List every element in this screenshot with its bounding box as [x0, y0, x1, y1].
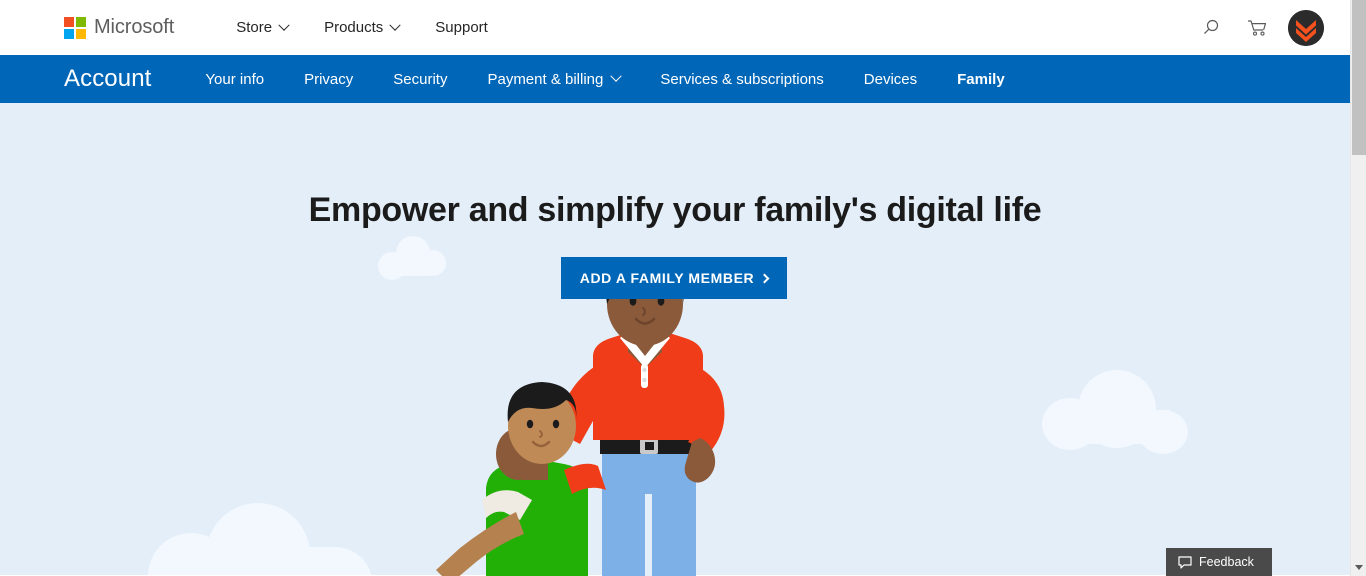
vertical-scrollbar[interactable]	[1350, 0, 1366, 576]
chevron-down-icon	[610, 70, 623, 82]
microsoft-logo-squares	[64, 16, 86, 39]
account-nav-item-services-and-subscriptions[interactable]: Services & subscriptions	[640, 55, 843, 103]
logo-square-green	[76, 16, 86, 27]
logo-square-blue	[64, 28, 74, 39]
user-avatar-chevrons-icon	[1288, 9, 1324, 46]
header-nav-item-store[interactable]: Store	[218, 0, 306, 55]
feedback-label: Feedback	[1199, 555, 1254, 569]
account-nav-item-security[interactable]: Security	[373, 55, 467, 103]
account-nav-item-devices[interactable]: Devices	[844, 55, 937, 103]
header-nav-label: Products	[324, 19, 384, 36]
account-nav: Account Your info Privacy Security Payme…	[0, 55, 1350, 103]
account-nav-label: Your info	[205, 70, 265, 88]
account-nav-label: Family	[957, 70, 1005, 88]
page-title: Empower and simplify your family's digit…	[308, 191, 1042, 229]
account-nav-label: Services & subscriptions	[660, 70, 824, 88]
account-nav-item-payment-and-billing[interactable]: Payment & billing	[467, 55, 640, 103]
header-nav-item-products[interactable]: Products	[306, 0, 417, 55]
header-nav: Store Products Support	[218, 0, 506, 55]
header-nav-item-support[interactable]: Support	[417, 0, 506, 55]
microsoft-wordmark: Microsoft	[94, 16, 175, 38]
decorative-cloud-right	[1042, 370, 1188, 454]
speech-bubble-icon	[1178, 555, 1192, 569]
account-nav-item-your-info[interactable]: Your info	[185, 55, 284, 103]
family-adult-and-child-illustration	[436, 259, 725, 576]
header-nav-label: Support	[435, 19, 488, 36]
decorative-cloud-left	[148, 503, 372, 576]
header-nav-label: Store	[236, 19, 273, 36]
logo-square-red	[64, 16, 74, 27]
cart-button[interactable]	[1234, 5, 1280, 51]
scrollbar-down-button[interactable]	[1351, 559, 1366, 576]
family-illustration	[430, 259, 850, 576]
scrollbar-thumb[interactable]	[1352, 0, 1366, 155]
microsoft-logo[interactable]: Microsoft	[64, 16, 174, 39]
account-nav-label: Payment & billing	[487, 70, 604, 88]
header-actions	[1188, 5, 1350, 51]
hero-section: Empower and simplify your family's digit…	[0, 103, 1350, 576]
search-button[interactable]	[1188, 5, 1234, 51]
logo-square-yellow	[76, 28, 86, 39]
chevron-down-icon	[389, 19, 401, 31]
browser-page: Microsoft Store Products Support Account…	[0, 0, 1366, 576]
account-nav-label: Devices	[863, 70, 918, 88]
chevron-right-icon	[759, 273, 770, 283]
account-nav-item-privacy[interactable]: Privacy	[284, 55, 373, 103]
account-nav-label: Security	[393, 70, 448, 88]
add-family-member-button[interactable]: ADD A FAMILY MEMBER	[561, 257, 787, 299]
account-brand[interactable]: Account	[64, 65, 151, 93]
avatar[interactable]	[1288, 9, 1324, 46]
account-nav-label: Privacy	[304, 70, 354, 88]
shopping-cart-icon	[1248, 19, 1267, 36]
chevron-down-icon	[278, 19, 290, 31]
chevron-down-icon	[1355, 565, 1363, 570]
universal-header: Microsoft Store Products Support	[0, 0, 1350, 55]
search-icon	[1204, 19, 1219, 34]
account-nav-item-family[interactable]: Family	[937, 55, 1025, 103]
feedback-button[interactable]: Feedback	[1166, 548, 1272, 576]
cta-label: ADD A FAMILY MEMBER	[579, 270, 755, 286]
